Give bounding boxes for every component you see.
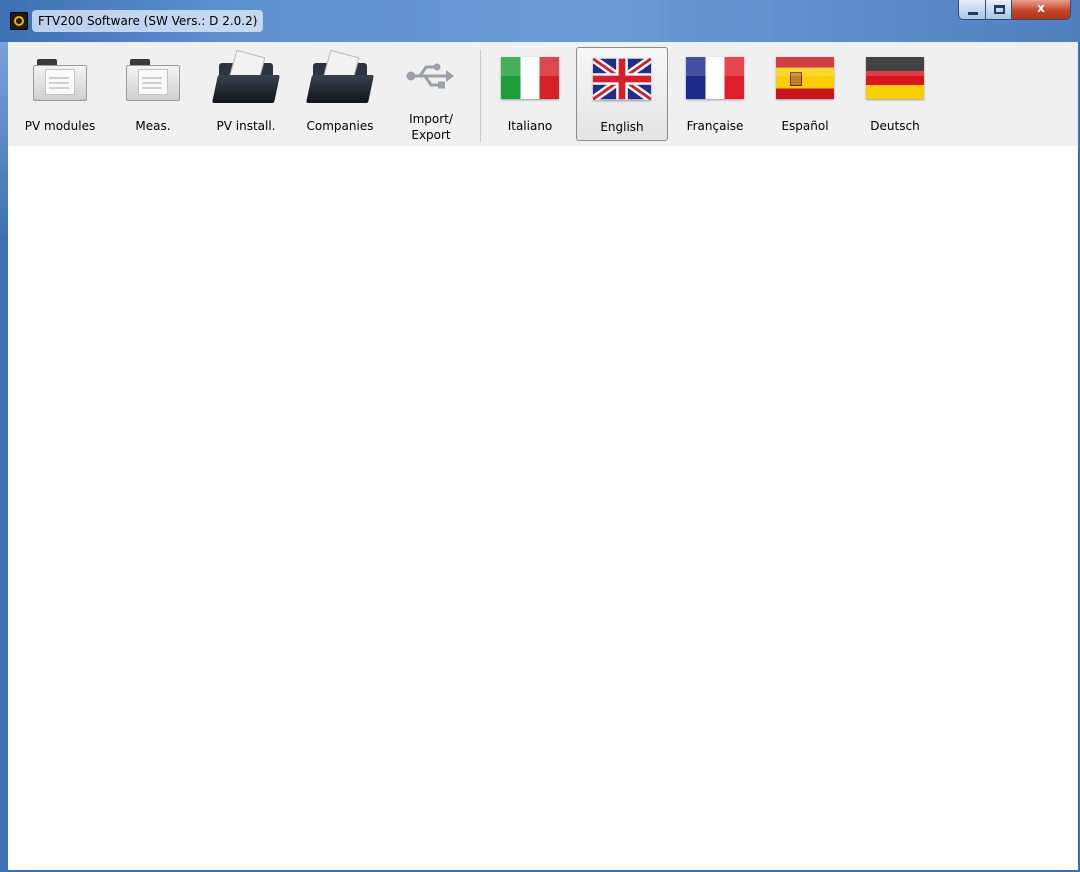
window-border-highlight: [0, 40, 8, 245]
uk-flag-icon: [590, 55, 654, 104]
language-espanol-button[interactable]: Español: [760, 47, 850, 141]
italy-flag-icon: [501, 57, 559, 99]
minimize-icon: [968, 12, 978, 15]
maximize-button[interactable]: [985, 0, 1012, 20]
usb-icon: [406, 57, 456, 95]
spain-flag-icon: [776, 57, 834, 99]
measurements-label: Meas.: [135, 119, 171, 133]
language-espanol-label: Español: [781, 119, 829, 133]
minimize-button[interactable]: [958, 0, 986, 20]
language-italiano-button[interactable]: Italiano: [486, 47, 574, 141]
toolbar-separator: [480, 50, 481, 142]
open-folder-icon: [306, 49, 374, 103]
language-francaise-button[interactable]: Française: [670, 47, 760, 141]
document-folder-icon: [126, 57, 180, 101]
language-english-button[interactable]: English: [576, 47, 668, 141]
language-francaise-label: Française: [686, 119, 744, 133]
import-export-label: Import/ Export: [388, 111, 474, 143]
language-italiano-label: Italiano: [507, 119, 553, 133]
open-folder-icon: [212, 49, 280, 103]
pv-modules-button[interactable]: PV modules: [14, 47, 106, 141]
import-label: Import/: [409, 112, 453, 126]
pv-installations-label: PV install.: [216, 119, 276, 133]
close-icon: x: [1037, 1, 1045, 15]
france-flag-icon: [686, 57, 744, 99]
maximize-icon: [994, 5, 1005, 14]
main-toolbar: PV modules Meas. PV install. Companies I…: [8, 42, 1078, 146]
measurements-button[interactable]: Meas.: [108, 47, 198, 141]
title-bar[interactable]: FTV200 Software (SW Vers.: D 2.0.2) x: [0, 0, 1080, 42]
language-english-label: English: [600, 120, 644, 134]
close-button[interactable]: x: [1011, 0, 1071, 20]
germany-flag-icon: [866, 57, 924, 99]
window-title: FTV200 Software (SW Vers.: D 2.0.2): [32, 10, 264, 32]
language-deutsch-label: Deutsch: [870, 119, 920, 133]
pv-installations-button[interactable]: PV install.: [200, 47, 292, 141]
pv-modules-label: PV modules: [24, 119, 96, 133]
companies-label: Companies: [306, 119, 374, 133]
export-label: Export: [411, 128, 451, 142]
app-logo-icon[interactable]: [10, 12, 28, 30]
main-content-area: [8, 146, 1078, 870]
language-deutsch-button[interactable]: Deutsch: [850, 47, 940, 141]
import-export-button[interactable]: Import/ Export: [388, 47, 474, 143]
companies-button[interactable]: Companies: [294, 47, 386, 141]
document-folder-icon: [33, 57, 87, 101]
